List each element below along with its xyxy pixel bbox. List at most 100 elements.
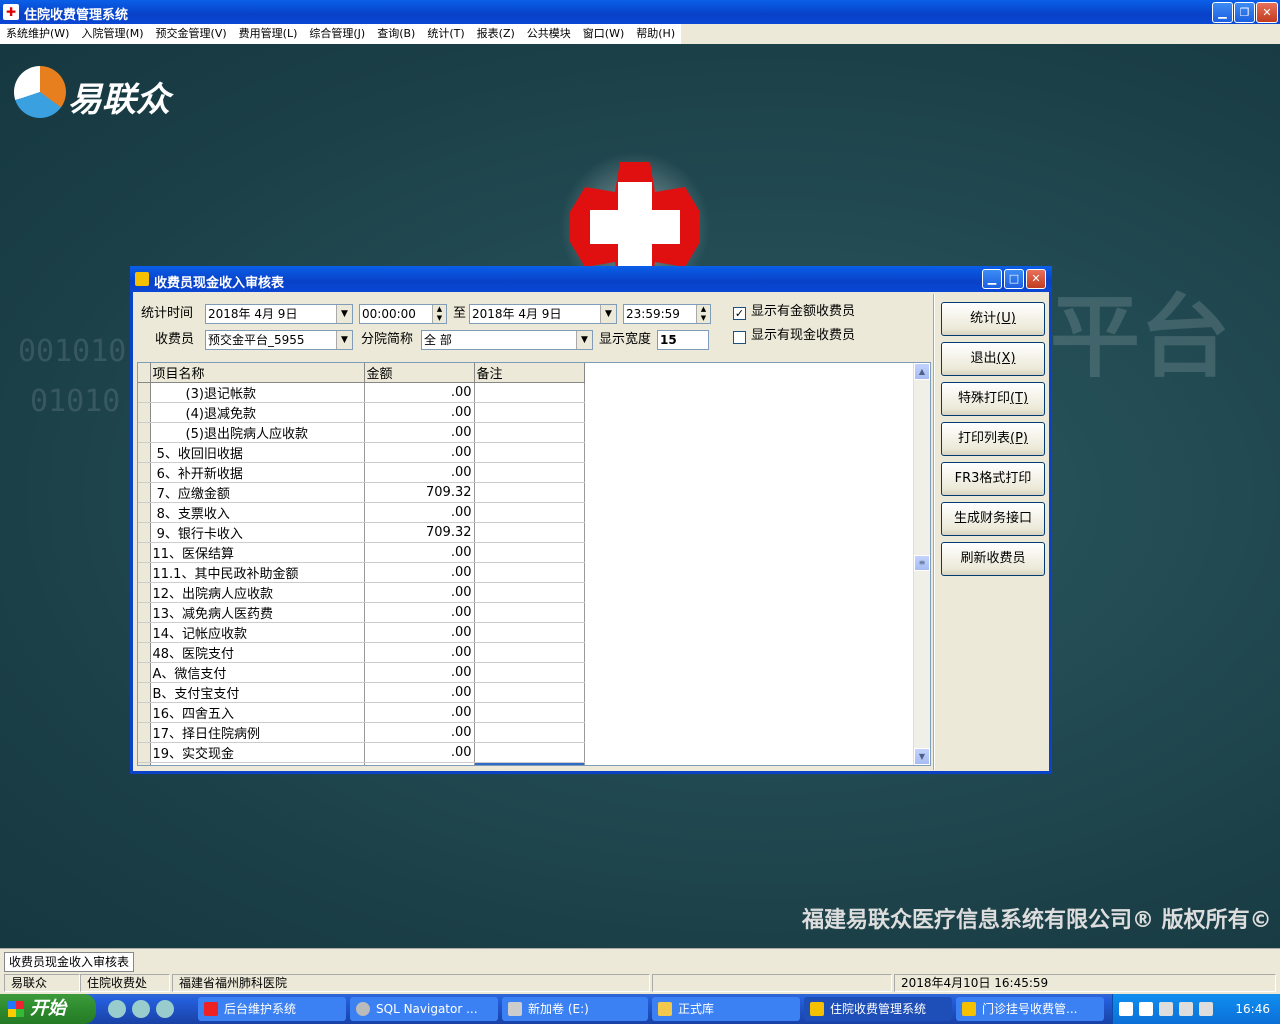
row-indicator[interactable] — [138, 662, 151, 683]
menu-window[interactable]: 窗口(W) — [577, 24, 630, 44]
table-row[interactable]: 14、记帐应收款 .00 — [138, 622, 585, 643]
cell-amount[interactable]: .00 — [364, 582, 475, 603]
table-row[interactable]: (5)退出院病人应收款 .00 — [138, 422, 585, 443]
row-indicator[interactable] — [138, 442, 151, 463]
menu-general[interactable]: 综合管理(J) — [303, 24, 371, 44]
row-indicator[interactable] — [138, 682, 151, 703]
cell-item-name[interactable]: B、支付宝支付 — [150, 682, 365, 703]
current-row-arrow-icon[interactable]: ▶ — [138, 762, 151, 765]
cell-amount[interactable]: .00 — [364, 722, 475, 743]
restore-button[interactable]: ❐ — [1234, 2, 1255, 23]
row-indicator[interactable] — [138, 522, 151, 543]
table-row[interactable]: 7、应缴金额 709.32 — [138, 482, 585, 503]
cell-amount[interactable]: .00 — [364, 562, 475, 583]
row-indicator[interactable] — [138, 562, 151, 583]
cell-remark[interactable] — [474, 562, 585, 583]
keyboard-icon[interactable] — [1119, 1002, 1133, 1016]
branch-select[interactable]: 全 部 ▼ — [421, 330, 593, 350]
stat-button[interactable]: 统计(U) — [941, 302, 1045, 336]
chevron-down-icon[interactable]: ▼ — [336, 331, 352, 349]
refresh-cashier-button[interactable]: 刷新收费员 — [941, 542, 1045, 576]
taskbar-item-sql-navigator[interactable]: SQL Navigator ... — [350, 997, 498, 1021]
cell-item-name[interactable]: 11.1、其中民政补助金额 — [150, 562, 365, 583]
cell-item-name[interactable]: 48、医院支付 — [150, 642, 365, 663]
menu-public[interactable]: 公共模块 — [521, 24, 577, 44]
cell-item-name[interactable]: 12、出院病人应收款 — [150, 582, 365, 603]
header-remark[interactable]: 备注 — [474, 363, 585, 383]
chevron-down-icon[interactable]: ▼ — [336, 305, 352, 323]
header-amount[interactable]: 金额 — [364, 363, 475, 383]
table-row[interactable]: 11.1、其中民政补助金额 .00 — [138, 562, 585, 583]
show-amount-cashier-checkbox[interactable]: ✓ — [733, 307, 746, 320]
close-button[interactable]: ✕ — [1256, 2, 1278, 23]
row-indicator[interactable] — [138, 642, 151, 663]
table-row[interactable]: B、支付宝支付 .00 — [138, 682, 585, 703]
cell-item-name[interactable]: 16、四舍五入 — [150, 702, 365, 723]
menu-statistics[interactable]: 统计(T) — [421, 24, 470, 44]
cell-amount[interactable]: .00 — [364, 442, 475, 463]
cell-item-name[interactable]: 11、医保结算 — [150, 542, 365, 563]
cell-item-name[interactable]: 14、记帐应收款 — [150, 622, 365, 643]
cell-remark[interactable] — [474, 762, 585, 765]
row-indicator[interactable] — [138, 462, 151, 483]
cell-remark[interactable] — [474, 542, 585, 563]
browser-icon[interactable] — [156, 1000, 174, 1018]
cell-amount[interactable]: 709.32 — [364, 522, 475, 543]
scroll-thumb[interactable]: ≡ — [914, 555, 930, 571]
cell-amount[interactable]: .00 — [364, 742, 475, 763]
cell-amount[interactable]: .00 — [364, 602, 475, 623]
taskbar-item-drive-e[interactable]: 新加卷 (E:) — [502, 997, 648, 1021]
taskbar-item-backend[interactable]: 后台维护系统 — [198, 997, 346, 1021]
menu-system[interactable]: 系统维护(W) — [0, 24, 75, 44]
row-indicator[interactable] — [138, 602, 151, 623]
table-row[interactable]: 8、支票收入 .00 — [138, 502, 585, 523]
table-row[interactable]: (3)退记帐款 .00 — [138, 382, 585, 403]
table-row[interactable]: 9、银行卡收入 709.32 — [138, 522, 585, 543]
cell-remark[interactable] — [474, 402, 585, 423]
cell-remark[interactable] — [474, 682, 585, 703]
header-item-name[interactable]: 项目名称 — [150, 363, 365, 383]
cashier-select[interactable]: 预交金平台_5955 ▼ — [205, 330, 353, 350]
menu-fees[interactable]: 费用管理(L) — [233, 24, 304, 44]
cell-remark[interactable] — [474, 582, 585, 603]
row-indicator[interactable] — [138, 482, 151, 503]
cell-item-name[interactable]: 20、7-15合计 — [150, 762, 365, 765]
cell-amount[interactable]: .00 — [364, 702, 475, 723]
cell-remark[interactable] — [474, 462, 585, 483]
table-row[interactable]: ▶20、7-15合计709.32 — [138, 762, 585, 765]
cell-item-name[interactable]: (4)退减免款 — [150, 402, 365, 423]
cell-amount[interactable]: .00 — [364, 502, 475, 523]
cell-remark[interactable] — [474, 422, 585, 443]
minimize-button[interactable]: ▁ — [1212, 2, 1233, 23]
menu-query[interactable]: 查询(B) — [371, 24, 421, 44]
menu-admission[interactable]: 入院管理(M) — [75, 24, 149, 44]
window-tab-audit[interactable]: 收费员现金收入审核表 — [4, 952, 135, 972]
cell-item-name[interactable]: 6、补开新收据 — [150, 462, 365, 483]
cell-item-name[interactable]: 17、择日住院病例 — [150, 722, 365, 743]
usb-icon[interactable] — [1159, 1002, 1173, 1016]
spin-arrows-icon[interactable]: ▲ ▼ — [432, 305, 446, 323]
scroll-up-icon[interactable]: ▲ — [914, 363, 930, 380]
cell-amount[interactable]: 709.32 — [364, 482, 475, 503]
cell-remark[interactable] — [474, 622, 585, 643]
generate-finance-interface-button[interactable]: 生成财务接口 — [941, 502, 1045, 536]
cell-item-name[interactable]: 9、银行卡收入 — [150, 522, 365, 543]
row-indicator[interactable] — [138, 622, 151, 643]
fr3-print-button[interactable]: FR3格式打印 — [941, 462, 1045, 496]
dialog-close-button[interactable]: ✕ — [1026, 269, 1046, 289]
scroll-down-icon[interactable]: ▼ — [914, 748, 930, 765]
cell-amount[interactable]: .00 — [364, 542, 475, 563]
start-button[interactable]: 开始 — [0, 994, 96, 1024]
table-row[interactable]: 5、收回旧收据 .00 — [138, 442, 585, 463]
grid-vertical-scrollbar[interactable]: ▲ ≡ ▼ — [913, 363, 930, 765]
speaker-icon[interactable] — [1199, 1002, 1213, 1016]
print-list-button[interactable]: 打印列表(P) — [941, 422, 1045, 456]
taskbar-item-inpatient-billing[interactable]: 住院收费管理系统 — [804, 997, 952, 1021]
row-indicator[interactable] — [138, 582, 151, 603]
end-date-picker[interactable]: 2018年 4月 9日 ▼ — [469, 304, 617, 324]
end-time-spinner[interactable]: 23:59:59 ▲ ▼ — [623, 304, 711, 324]
cell-amount[interactable]: .00 — [364, 422, 475, 443]
table-row[interactable]: (4)退减免款 .00 — [138, 402, 585, 423]
cell-amount[interactable]: 709.32 — [364, 762, 475, 765]
table-row[interactable]: A、微信支付 .00 — [138, 662, 585, 683]
